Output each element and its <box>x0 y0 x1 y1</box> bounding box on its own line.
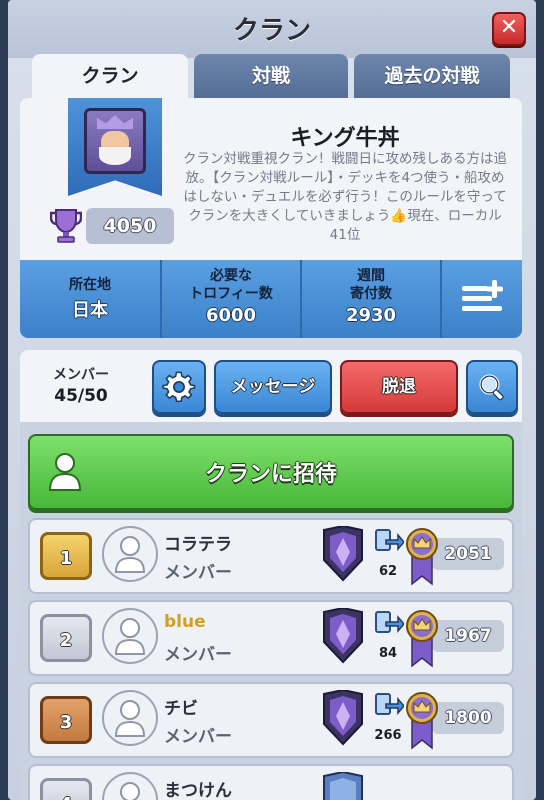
donation-count: 84 <box>378 646 398 661</box>
member-list: クランに招待 1 コラテラ メンバー 62 2051 2 blue メンバー 8… <box>20 422 522 800</box>
member-trophies: 1800 <box>432 702 504 734</box>
card-exchange-icon <box>375 693 404 716</box>
search-icon <box>479 374 504 401</box>
person-icon <box>120 782 140 800</box>
member-role: メンバー <box>164 563 232 583</box>
leave-button[interactable]: 脱退 <box>340 360 458 414</box>
avatar <box>102 690 158 746</box>
person-icon <box>114 700 146 737</box>
league-shield-icon <box>323 690 363 746</box>
header: クラン ✕ <box>8 0 536 58</box>
member-name: コラテラ <box>164 535 232 555</box>
member-row[interactable]: 4 まつけん <box>28 764 514 800</box>
rank-badge: 4 <box>40 778 92 800</box>
league-shield-icon <box>323 526 363 582</box>
search-button[interactable] <box>466 360 518 414</box>
gear-icon <box>162 371 196 403</box>
stat-required-value: 6000 <box>205 305 257 326</box>
invite-label: クランに招待 <box>204 462 337 487</box>
stat-required-trophies: 必要な トロフィー数 6000 <box>162 260 302 338</box>
close-icon: ✕ <box>499 15 519 40</box>
donation-count: 266 <box>374 728 402 743</box>
member-name: まつけん <box>164 781 232 800</box>
person-icon <box>114 618 146 655</box>
clan-stats-bar: 所在地 日本 必要な トロフィー数 6000 週間 寄付数 2930 <box>20 260 522 338</box>
clan-name: キング牛丼 <box>290 126 400 151</box>
invite-to-clan-button[interactable]: クランに招待 <box>28 434 514 510</box>
member-name: blue <box>164 612 206 632</box>
avatar <box>102 608 158 664</box>
clan-badge-icon <box>84 108 146 174</box>
member-row[interactable]: 1 コラテラ メンバー 62 2051 <box>28 518 514 594</box>
member-row[interactable]: 2 blue メンバー 84 1967 <box>28 600 514 676</box>
list-add-icon[interactable] <box>460 278 508 318</box>
donation-count: 62 <box>378 564 398 579</box>
clan-info-card: 4050 キング牛丼 クラン対戦重視クラン！戦闘日に攻め残しある方は追放。【クラ… <box>20 98 522 338</box>
card-exchange-icon <box>375 611 404 634</box>
page-title: クラン <box>232 16 311 46</box>
stat-location: 所在地 日本 <box>20 260 162 338</box>
person-icon <box>114 536 146 573</box>
tab-bar: クラン 対戦 過去の対戦 <box>32 54 512 100</box>
tab-clan[interactable]: クラン <box>32 54 188 100</box>
card-exchange-icon <box>375 529 404 552</box>
clan-description: クラン対戦重視クラン！戦闘日に攻め残しある方は追放。【クラン対戦ルール】・デッキ… <box>183 151 507 243</box>
trophy-icon <box>50 209 82 243</box>
tab-battle[interactable]: 対戦 <box>194 54 348 100</box>
avatar <box>102 772 158 800</box>
rank-badge: 3 <box>40 696 92 744</box>
league-shield-icon <box>323 772 363 800</box>
crown-medal-icon <box>406 692 438 750</box>
stat-location-value: 日本 <box>72 300 108 321</box>
message-button[interactable]: メッセージ <box>214 360 332 414</box>
member-trophies: 2051 <box>432 538 504 570</box>
stat-weekly-donations: 週間 寄付数 2930 <box>302 260 442 338</box>
settings-button[interactable] <box>152 360 206 414</box>
member-role: メンバー <box>164 645 232 665</box>
close-button[interactable]: ✕ <box>492 12 526 46</box>
avatar <box>102 526 158 582</box>
member-toolbar: メンバー 45/50 メッセージ 脱退 <box>20 350 522 422</box>
clan-trophy-count: 4050 <box>86 208 174 244</box>
stat-weekly-value: 2930 <box>345 305 397 326</box>
member-row[interactable]: 3 チビ メンバー 266 1800 <box>28 682 514 758</box>
rank-badge: 1 <box>40 532 92 580</box>
member-count: メンバー 45/50 <box>30 364 132 406</box>
member-role: メンバー <box>164 727 232 747</box>
league-shield-icon <box>323 608 363 664</box>
member-name: チビ <box>164 699 198 719</box>
crown-medal-icon <box>406 528 438 586</box>
crown-medal-icon <box>406 610 438 668</box>
member-trophies: 1967 <box>432 620 504 652</box>
tab-past-battles[interactable]: 過去の対戦 <box>354 54 510 100</box>
rank-badge: 2 <box>40 614 92 662</box>
clan-window: クラン ✕ クラン 対戦 過去の対戦 4050 キング牛丼 クラン対戦重視クラン… <box>8 0 536 800</box>
member-count-value: 45/50 <box>54 386 108 406</box>
